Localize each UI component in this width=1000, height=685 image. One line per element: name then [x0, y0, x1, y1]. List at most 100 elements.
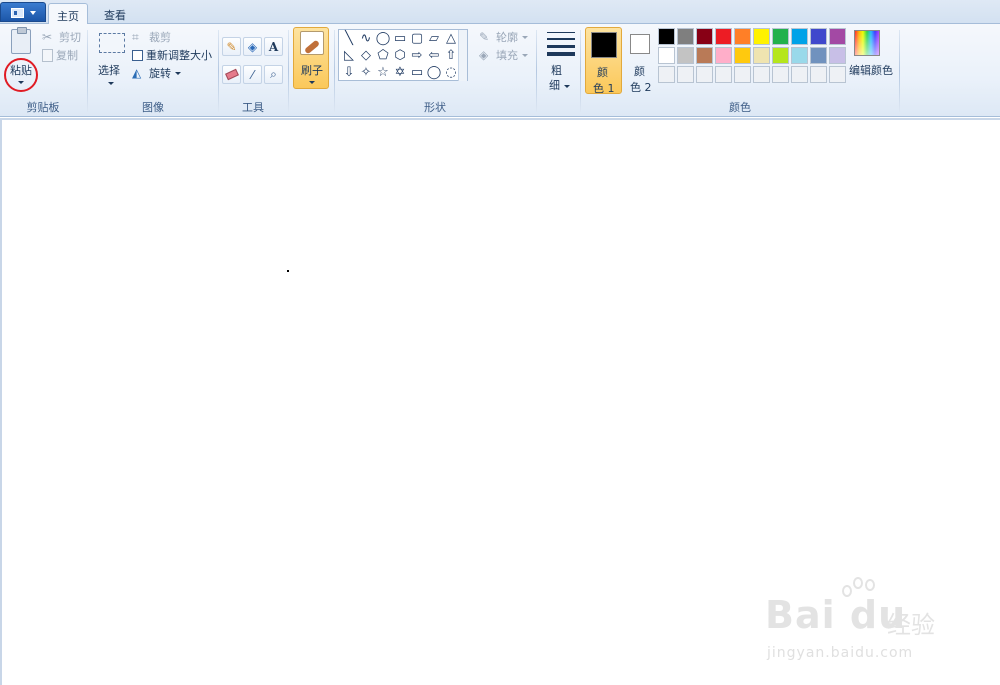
- select-label: 选择: [98, 64, 120, 77]
- shape-item[interactable]: ▭: [409, 65, 425, 81]
- shape-item[interactable]: ╲: [341, 31, 357, 47]
- palette-swatch[interactable]: [810, 47, 827, 64]
- gallery-scroll-down[interactable]: [458, 47, 467, 64]
- outline-pen-icon: ✎: [479, 30, 490, 44]
- shape-item[interactable]: ⇨: [409, 48, 425, 64]
- custom-color-slot[interactable]: [696, 66, 713, 83]
- palette-swatch[interactable]: [715, 28, 732, 45]
- shape-item[interactable]: ◯: [375, 31, 391, 47]
- brush-button[interactable]: 刷子: [293, 27, 329, 89]
- group-tools: ✎ ◈ A ⁄ ⌕ 工具: [219, 24, 287, 117]
- shape-item[interactable]: ⬡: [392, 48, 408, 64]
- watermark-brand: Bai du: [765, 593, 907, 637]
- palette-swatch[interactable]: [791, 28, 808, 45]
- custom-color-slot[interactable]: [658, 66, 675, 83]
- pixel-dot: [287, 270, 289, 272]
- shape-item[interactable]: ◺: [341, 48, 357, 64]
- shape-item[interactable]: ▱: [426, 31, 442, 47]
- custom-color-slot[interactable]: [791, 66, 808, 83]
- clipboard-icon: [11, 27, 31, 54]
- brush-dropdown-arrow: [309, 81, 315, 84]
- gallery-scroll-up[interactable]: [458, 30, 467, 47]
- palette-swatch[interactable]: [715, 47, 732, 64]
- palette-swatch[interactable]: [791, 47, 808, 64]
- custom-color-slot[interactable]: [753, 66, 770, 83]
- size-label-2: 细: [549, 77, 570, 93]
- group-label-colors: 颜色: [729, 101, 751, 114]
- palette-swatch[interactable]: [734, 28, 751, 45]
- group-colors: 颜 色 1 颜 色 2 编辑颜色 颜色: [581, 24, 899, 117]
- palette-swatch[interactable]: [753, 28, 770, 45]
- brush-icon: [300, 31, 324, 55]
- palette-swatch[interactable]: [677, 28, 694, 45]
- resize-icon: [132, 49, 143, 61]
- shape-item[interactable]: ✡: [392, 65, 408, 81]
- watermark-cn: 经验: [887, 611, 935, 639]
- fill-tool[interactable]: ◈: [243, 37, 262, 56]
- palette-swatch[interactable]: [696, 47, 713, 64]
- rotate-label: 旋转: [149, 67, 171, 80]
- highlight-circle: [4, 58, 38, 92]
- shape-item[interactable]: ⬠: [375, 48, 391, 64]
- palette-swatch[interactable]: [753, 47, 770, 64]
- shape-item[interactable]: ☆: [375, 65, 391, 81]
- palette-swatch[interactable]: [677, 47, 694, 64]
- cut-label: 剪切: [59, 31, 81, 44]
- edit-colors-button[interactable]: 编辑颜色: [847, 24, 897, 94]
- shape-item[interactable]: ◇: [358, 48, 374, 64]
- custom-color-slot[interactable]: [734, 66, 751, 83]
- select-dropdown-arrow[interactable]: [108, 82, 114, 85]
- palette-swatch[interactable]: [829, 47, 846, 64]
- pencil-tool[interactable]: ✎: [222, 37, 241, 56]
- shape-item[interactable]: ⇦: [426, 48, 442, 64]
- cut-button[interactable]: ✂ 剪切: [42, 28, 81, 46]
- shape-item[interactable]: ▭: [392, 31, 408, 47]
- fill-button[interactable]: ◈ 填充: [479, 46, 528, 64]
- fill-dropdown-arrow: [522, 53, 528, 57]
- palette-swatch[interactable]: [829, 28, 846, 45]
- color1-label-2: 色 1: [593, 82, 615, 95]
- shape-item[interactable]: ∿: [358, 31, 374, 47]
- shape-item[interactable]: ✧: [358, 65, 374, 81]
- shape-item[interactable]: ⇧: [443, 48, 459, 64]
- color-spectrum-icon: [854, 30, 880, 56]
- text-tool[interactable]: A: [264, 37, 283, 56]
- shape-item[interactable]: ⇩: [341, 65, 357, 81]
- color-picker-tool[interactable]: ⁄: [243, 65, 262, 84]
- rotate-button[interactable]: ◭ 旋转: [132, 64, 181, 82]
- shape-item[interactable]: ▢: [409, 31, 425, 47]
- resize-button[interactable]: 重新调整大小: [132, 46, 212, 64]
- palette-swatch[interactable]: [772, 28, 789, 45]
- custom-color-slot[interactable]: [715, 66, 732, 83]
- copy-icon: [42, 48, 53, 62]
- size-label-2-text: 细: [549, 79, 560, 92]
- custom-color-slot[interactable]: [772, 66, 789, 83]
- paint-menu-button[interactable]: [0, 2, 46, 22]
- shapes-gallery[interactable]: ╲ ∿ ◯ ▭ ▢ ▱ △ ◺ ◇ ⬠ ⬡ ⇨ ⇦ ⇧ ⇩ ✧ ☆ ✡ ▭ ◯ ◌: [338, 29, 468, 81]
- watermark-url: jingyan.baidu.com: [767, 645, 914, 661]
- palette-swatch[interactable]: [658, 28, 675, 45]
- copy-button[interactable]: 复制: [42, 46, 78, 64]
- palette-swatch[interactable]: [696, 28, 713, 45]
- palette-swatch[interactable]: [734, 47, 751, 64]
- color1-button[interactable]: 颜 色 1: [585, 27, 622, 95]
- scissors-icon: ✂: [42, 30, 53, 44]
- tab-home[interactable]: 主页: [48, 3, 88, 25]
- tab-view[interactable]: 查看: [94, 3, 136, 25]
- color2-button[interactable]: 颜 色 2: [625, 27, 662, 94]
- custom-color-slot[interactable]: [677, 66, 694, 83]
- gallery-expand[interactable]: [458, 64, 467, 81]
- shape-item[interactable]: △: [443, 31, 459, 47]
- shape-item[interactable]: ◌: [443, 65, 459, 81]
- magnifier-tool[interactable]: ⌕: [264, 65, 283, 84]
- eraser-tool[interactable]: [222, 65, 241, 84]
- crop-label: 裁剪: [149, 31, 171, 44]
- crop-button[interactable]: ⌗ 裁剪: [132, 28, 171, 46]
- custom-color-slot[interactable]: [829, 66, 846, 83]
- palette-swatch[interactable]: [810, 28, 827, 45]
- palette-swatch[interactable]: [658, 47, 675, 64]
- custom-color-slot[interactable]: [810, 66, 827, 83]
- shape-item[interactable]: ◯: [426, 65, 442, 81]
- outline-button[interactable]: ✎ 轮廓: [479, 28, 528, 46]
- palette-swatch[interactable]: [772, 47, 789, 64]
